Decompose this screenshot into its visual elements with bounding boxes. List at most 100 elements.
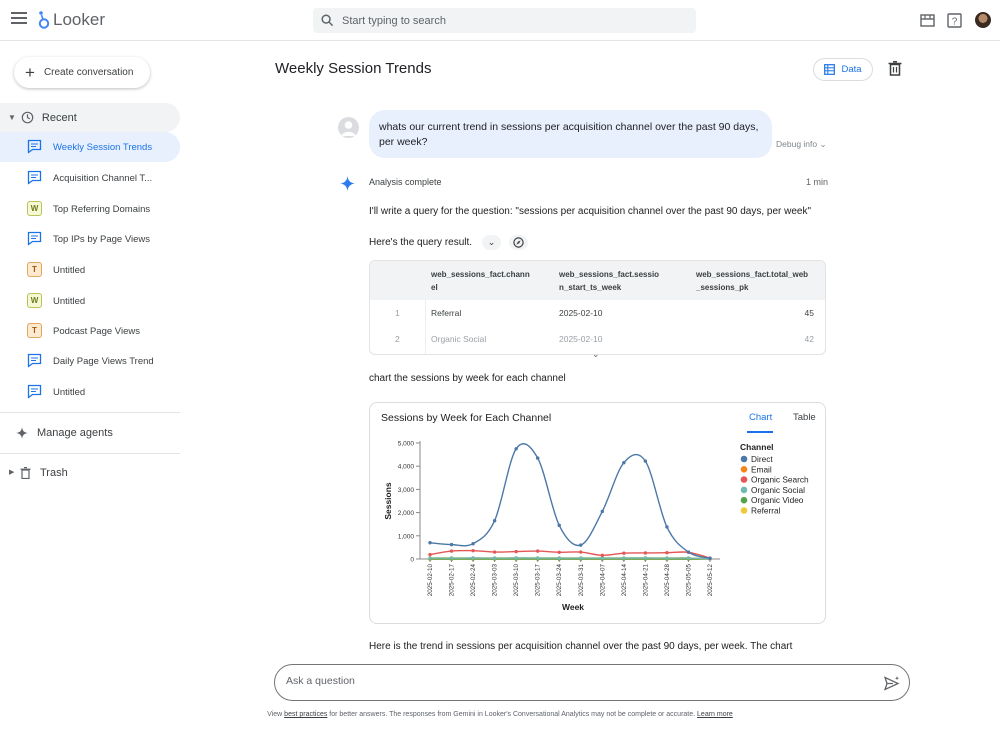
- legend-label: Referral: [751, 506, 781, 516]
- data-point: [428, 541, 432, 545]
- looker-logo[interactable]: Looker: [38, 10, 105, 30]
- query-intro-text: I'll write a query for the question: "se…: [369, 206, 812, 217]
- legend-label: Direct: [751, 454, 773, 464]
- data-point: [643, 459, 648, 463]
- caret-down-icon: ▼: [8, 113, 16, 122]
- sidebar-item-weekly-session-trends[interactable]: Weekly Session Trends: [0, 132, 180, 162]
- ask-question-input[interactable]: [286, 675, 866, 687]
- sidebar-item-podcast-page-views[interactable]: T Podcast Page Views: [0, 316, 180, 346]
- hamburger-menu-icon[interactable]: [11, 12, 27, 28]
- data-point: [557, 523, 561, 528]
- sidebar-divider: [0, 412, 180, 413]
- header-line: web_sessions_fact.sessio: [559, 270, 660, 279]
- agent-t-icon: T: [27, 262, 42, 277]
- sidebar-item-untitled-1[interactable]: T Untitled: [0, 255, 180, 285]
- data-point: [557, 556, 561, 560]
- legend-label: Organic Social: [751, 485, 805, 495]
- legend-swatch: [740, 486, 748, 494]
- top-bar: Looker Start typing to search ?: [0, 0, 1000, 41]
- cell-week: 2025-02-10: [559, 308, 603, 318]
- sidebar-item-top-ips[interactable]: Top IPs by Page Views: [0, 224, 180, 254]
- header-line: n_start_ts_week: [559, 283, 622, 292]
- debug-info-toggle[interactable]: Debug info ⌄: [776, 139, 827, 150]
- chevron-down-icon: ⌄: [819, 139, 827, 149]
- table-row: 1 Referral 2025-02-10 45: [370, 300, 825, 326]
- column-header-channel[interactable]: web_sessions_fact.chann el: [431, 268, 530, 294]
- learn-more-link[interactable]: Learn more: [697, 711, 733, 718]
- sidebar-item-untitled-2[interactable]: W Untitled: [0, 286, 180, 316]
- data-point: [665, 551, 669, 555]
- sidebar-item-label: Daily Page Views Trend: [53, 355, 154, 367]
- data-button-label: Data: [841, 64, 862, 75]
- sidebar-item-label: Untitled: [53, 386, 86, 398]
- sidebar: + Create conversation ▼ Recent Weekly Se…: [0, 41, 180, 733]
- y-tick-label: 1,000: [398, 533, 415, 540]
- legend-title: Channel: [740, 442, 774, 452]
- conversation-icon: [27, 139, 42, 154]
- sidebar-item-top-referring-domains[interactable]: W Top Referring Domains: [0, 194, 180, 224]
- row-number: 1: [395, 308, 400, 318]
- y-tick-label: 4,000: [398, 464, 415, 471]
- send-icon[interactable]: [884, 676, 900, 691]
- sidebar-item-label: Untitled: [53, 264, 86, 276]
- x-tick-label: 2025-03-03: [492, 564, 499, 597]
- expand-table-chevron-icon[interactable]: ⌄: [592, 349, 600, 360]
- gemini-sparkle-icon: [340, 176, 355, 191]
- sidebar-item-label: Top IPs by Page Views: [53, 233, 150, 245]
- y-tick-label: 0: [410, 557, 414, 564]
- x-tick-label: 2025-03-31: [578, 564, 585, 597]
- help-icon[interactable]: ?: [946, 12, 963, 29]
- data-button[interactable]: Data: [813, 58, 873, 81]
- data-point: [622, 551, 626, 555]
- table-header: web_sessions_fact.chann el web_sessions_f…: [370, 261, 825, 300]
- y-tick-label: 2,000: [398, 510, 415, 517]
- x-tick-label: 2025-04-28: [664, 564, 671, 597]
- delete-conversation-icon[interactable]: [888, 61, 902, 76]
- chart-request-text: chart the sessions by week for each chan…: [369, 373, 566, 384]
- trash-link[interactable]: ▶ Trash: [0, 458, 180, 488]
- sidebar-item-acquisition-channel[interactable]: Acquisition Channel T...: [0, 163, 180, 193]
- chart-card: Sessions by Week for Each Channel Chart …: [369, 402, 826, 624]
- sidebar-item-untitled-3[interactable]: Untitled: [0, 377, 180, 407]
- line-chart: 0 1,000 2,000 3,000 4,000 5,000 2025-02-10 2025…: [383, 441, 809, 613]
- debug-info-label: Debug info: [776, 139, 818, 149]
- agent-t-icon: T: [27, 323, 42, 338]
- expand-query-button[interactable]: ⌄: [482, 235, 501, 250]
- y-tick-label: 3,000: [398, 487, 415, 494]
- search-placeholder: Start typing to search: [342, 14, 446, 27]
- sidebar-item-daily-page-views[interactable]: Daily Page Views Trend: [0, 346, 180, 376]
- recent-section-toggle[interactable]: ▼ Recent: [0, 103, 180, 132]
- disclaimer-footer: View best practices for better answers. …: [0, 711, 1000, 718]
- search-bar[interactable]: Start typing to search: [313, 8, 696, 33]
- marketplace-icon[interactable]: [919, 12, 936, 29]
- account-avatar[interactable]: [975, 12, 991, 28]
- data-point: [514, 549, 518, 554]
- column-header-week[interactable]: web_sessions_fact.sessio n_start_ts_week: [559, 268, 659, 294]
- looker-logo-icon: [38, 11, 50, 29]
- data-point: [622, 461, 626, 465]
- data-point: [471, 548, 475, 553]
- manage-agents-link[interactable]: Manage agents: [0, 418, 180, 448]
- question-line-2: per week?: [379, 136, 428, 148]
- page-title: Weekly Session Trends: [275, 60, 432, 77]
- agent-w-icon: W: [27, 201, 42, 216]
- footer-text: View: [267, 711, 285, 718]
- sidebar-item-label: Weekly Session Trends: [53, 141, 153, 153]
- column-header-sessions[interactable]: web_sessions_fact.total_web _sessions_pk: [696, 268, 808, 294]
- create-conversation-button[interactable]: + Create conversation: [14, 57, 150, 88]
- data-point: [428, 556, 432, 560]
- explore-button[interactable]: [509, 235, 528, 250]
- user-avatar: [338, 117, 359, 138]
- data-point: [686, 556, 691, 560]
- legend-swatch: [740, 476, 748, 483]
- data-point: [708, 556, 712, 561]
- data-point: [492, 556, 497, 560]
- agent-w-icon: W: [27, 293, 42, 308]
- best-practices-link[interactable]: best practices: [284, 711, 327, 718]
- sidebar-divider: [0, 453, 180, 454]
- data-point: [665, 525, 669, 529]
- analysis-duration: 1 min: [806, 177, 829, 187]
- data-point: [643, 551, 648, 555]
- y-tick-label: 5,000: [398, 441, 415, 448]
- data-point: [557, 550, 561, 554]
